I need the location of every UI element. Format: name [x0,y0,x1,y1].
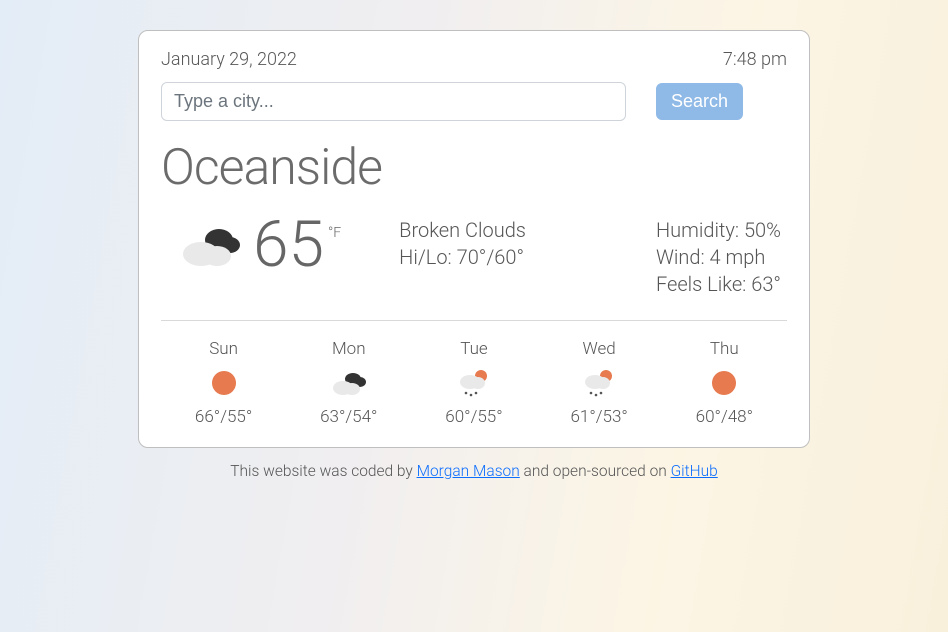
forecast-day-label: Mon [332,339,366,359]
forecast-day-label: Sun [209,339,238,359]
city-search-input[interactable] [161,82,626,121]
forecast-day-label: Thu [710,339,739,359]
wind-text: Wind: 4 mph [656,244,781,271]
github-link[interactable]: GitHub [671,462,718,480]
forecast-day: Mon 63°/54° [320,339,377,427]
sun-icon [705,369,743,397]
temperature-unit: °F [328,225,341,241]
forecast-hilo: 61°/53° [570,407,627,427]
current-temp-block: 65 °F [161,213,341,277]
author-link[interactable]: Morgan Mason [417,462,520,480]
feels-like-text: Feels Like: 63° [656,271,781,298]
forecast-row: Sun 66°/55° Mon 63°/54° Tue [161,321,787,427]
current-conditions: 65 °F Broken Clouds Hi/Lo: 70°/60° Humid… [161,213,787,321]
stats-column: Humidity: 50% Wind: 4 mph Feels Like: 63… [656,217,781,298]
forecast-day-label: Tue [460,339,488,359]
search-row: Search [161,82,787,121]
current-temperature: 65 [253,213,324,277]
sun-rain-icon [455,369,493,397]
forecast-hilo: 66°/55° [195,407,252,427]
broken-clouds-icon [330,369,368,397]
sun-rain-icon [580,369,618,397]
footer-prefix: This website was coded by [230,462,416,480]
forecast-day: Wed 61°/53° [570,339,627,427]
condition-column: Broken Clouds Hi/Lo: 70°/60° [399,217,526,271]
condition-text: Broken Clouds [399,217,526,244]
current-time: 7:48 pm [723,49,787,70]
hilo-text: Hi/Lo: 70°/60° [399,244,526,271]
forecast-hilo: 60°/55° [445,407,502,427]
header-row: January 29, 2022 7:48 pm [161,49,787,70]
city-name: Oceanside [161,139,787,197]
forecast-day-label: Wed [583,339,616,359]
forecast-hilo: 60°/48° [696,407,753,427]
weather-card: January 29, 2022 7:48 pm Search Oceansid… [138,30,810,448]
search-button[interactable]: Search [656,83,743,120]
forecast-day: Sun 66°/55° [195,339,252,427]
current-date: January 29, 2022 [161,49,297,70]
sun-icon [205,369,243,397]
forecast-hilo: 63°/54° [320,407,377,427]
forecast-day: Tue 60°/55° [445,339,502,427]
footer: This website was coded by Morgan Mason a… [0,462,948,480]
broken-clouds-icon [179,220,245,270]
footer-mid: and open-sourced on [520,462,671,480]
humidity-text: Humidity: 50% [656,217,781,244]
forecast-day: Thu 60°/48° [696,339,753,427]
